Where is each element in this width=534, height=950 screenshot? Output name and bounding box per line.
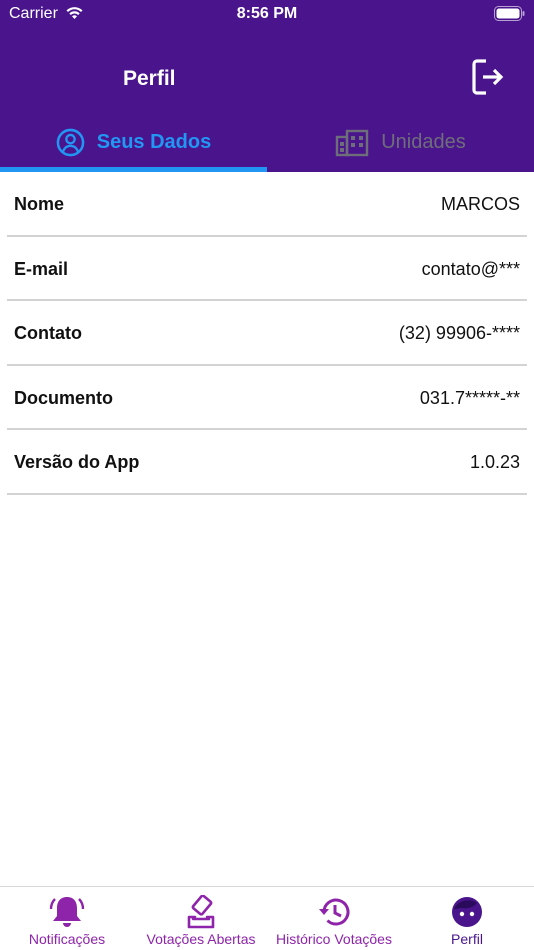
nav-perfil-label: Perfil (451, 931, 483, 947)
app-header: Carrier 8:56 PM Perfil Seus Dados Unidad… (0, 0, 534, 172)
row-value: (32) 99906-**** (398, 323, 520, 343)
profile-details-list: Nome MARCOS E-mail contato@*** Contato (… (0, 172, 534, 495)
profile-row-versao: Versão do App 1.0.23 (0, 430, 534, 495)
profile-face-icon (452, 897, 482, 927)
row-value: MARCOS (440, 194, 520, 214)
user-circle-icon (56, 128, 85, 157)
logout-icon (472, 59, 504, 95)
row-label: Contato (14, 323, 82, 343)
nav-perfil[interactable]: Perfil (437, 887, 497, 950)
status-bar: Carrier 8:56 PM (0, 0, 534, 30)
history-icon (319, 898, 350, 926)
row-label: Versão do App (14, 452, 140, 472)
nav-votacoes-abertas-label: Votações Abertas (146, 931, 256, 947)
row-value: 031.7*****-** (419, 387, 520, 408)
ballot-icon (187, 895, 215, 929)
tab-seus-dados-label: Seus Dados (96, 131, 212, 153)
clock: 8:56 PM (236, 5, 298, 22)
profile-row-contato: Contato (32) 99906-**** (0, 301, 534, 366)
bottom-navigation: Notificações Votações Abertas Histórico … (0, 886, 534, 950)
bell-icon (49, 897, 85, 927)
nav-historico-votacoes[interactable]: Histórico Votações (268, 887, 400, 950)
row-label: E-mail (14, 258, 69, 279)
row-label: Documento (14, 387, 113, 408)
profile-row-nome: Nome MARCOS (0, 172, 534, 237)
nav-votacoes-abertas[interactable]: Votações Abertas (139, 887, 263, 950)
row-value: contato@*** (421, 258, 520, 279)
tab-unidades[interactable]: Unidades (267, 113, 534, 172)
tab-seus-dados[interactable]: Seus Dados (0, 113, 267, 172)
profile-row-documento: Documento 031.7*****-** (0, 366, 534, 430)
tab-unidades-label: Unidades (381, 131, 466, 153)
building-icon (336, 129, 369, 156)
nav-historico-votacoes-label: Histórico Votações (276, 931, 392, 947)
profile-row-email: E-mail contato@*** (0, 237, 534, 301)
battery-icon (494, 6, 525, 21)
logout-button[interactable] (468, 57, 508, 97)
nav-notificacoes-label: Notificações (28, 931, 106, 947)
profile-tabs: Seus Dados Unidades (0, 113, 534, 172)
nav-notificacoes[interactable]: Notificações (18, 887, 116, 950)
row-value: 1.0.23 (469, 452, 520, 472)
page-title: Perfil (123, 67, 176, 90)
row-divider (7, 492, 527, 495)
row-label: Nome (14, 194, 65, 214)
